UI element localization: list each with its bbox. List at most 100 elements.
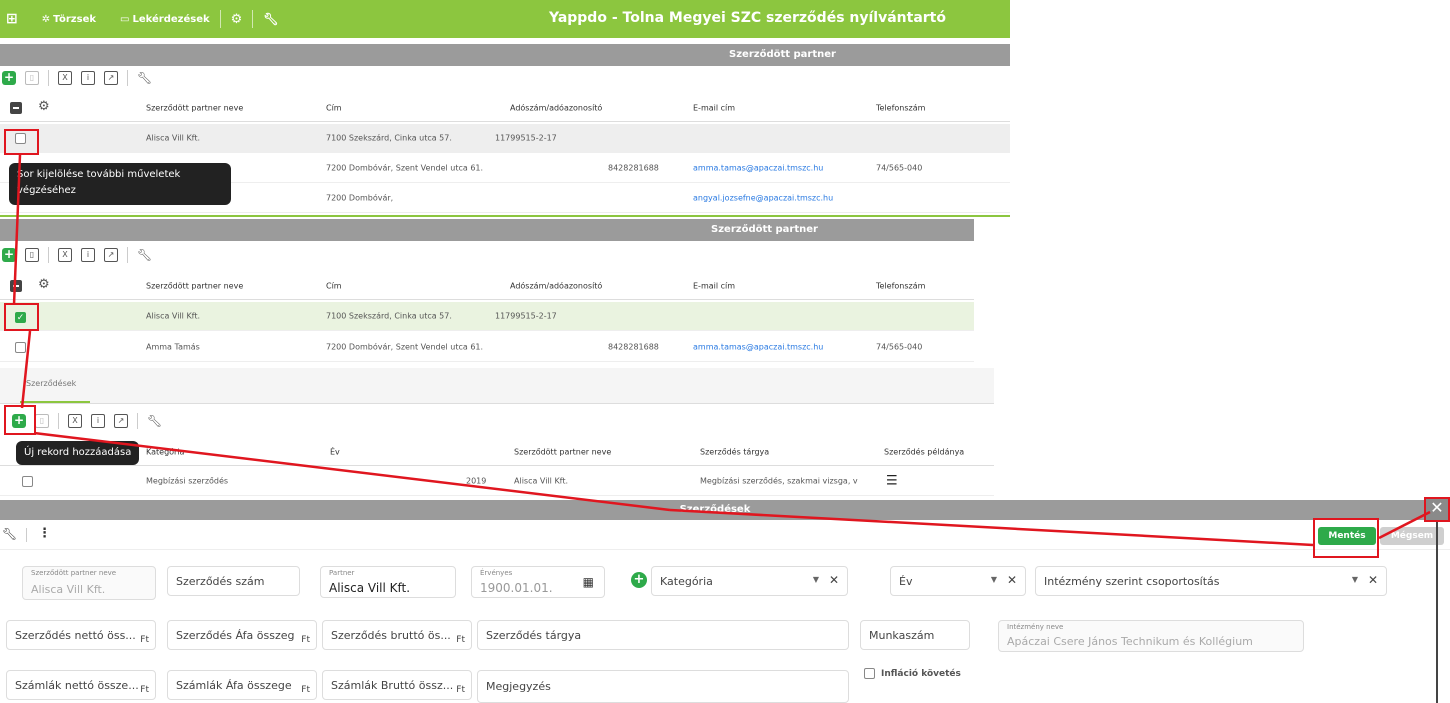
tab-szerzodesek[interactable]: Szerződések [26,379,76,388]
calendar-icon[interactable]: ▦ [583,575,594,589]
annotation-box-close [1424,497,1450,522]
excel-export-icon[interactable]: X [58,248,72,262]
wrench-icon[interactable]: 🔧︎ [147,414,162,428]
invoice-gross-input[interactable]: Számlák Bruttó össz... Ft [322,670,472,700]
trash-icon[interactable]: ▯ [35,414,49,428]
col-year[interactable]: Év [330,447,340,456]
wrench-icon[interactable]: 🔧︎ [263,12,278,26]
col-phone[interactable]: Telefonszám [876,103,925,112]
col-partner-name[interactable]: Szerződött partner neve [146,281,243,290]
chevron-down-icon[interactable]: ▼ [1352,575,1358,584]
column-settings-gear-icon[interactable]: ⚙ [38,99,50,114]
invoice-net-input[interactable]: Számlák nettó össze... Ft [6,670,156,700]
table-row[interactable]: Megbízási szerződés 2019 Alisca Vill Kft… [0,467,994,496]
table-row-selected[interactable]: ✓ Alisca Vill Kft. 7100 Szekszárd, Cinka… [0,302,974,331]
vat-amount-input[interactable]: Szerződés Áfa összeg Ft [167,620,317,650]
cell-email[interactable]: amma.tamas@apaczai.tmszc.hu [693,343,823,352]
col-copy[interactable]: Szerződés példánya [884,447,964,456]
add-category-icon[interactable]: + [631,572,647,588]
table-row[interactable]: Amma Tamás 7200 Dombóvár, Szent Vendel u… [0,333,974,362]
trash-icon[interactable]: ▯ [25,248,39,262]
open-external-icon[interactable]: ↗ [104,248,118,262]
import-icon[interactable]: i [81,248,95,262]
net-amount-input[interactable]: Szerződés nettó öss... Ft [6,620,156,650]
work-number-input[interactable]: Munkaszám [860,620,970,650]
currency-suffix: Ft [456,635,465,645]
cell-partner-name: Alisca Vill Kft. [514,476,569,486]
inflation-toggle[interactable]: Infláció követés [864,668,961,679]
currency-suffix: Ft [140,685,149,695]
clear-icon[interactable]: ✕ [1007,573,1017,587]
col-address[interactable]: Cím [326,281,342,290]
apps-grid-icon[interactable]: ⊞ [6,11,18,27]
partner-field[interactable]: Partner Alisca Vill Kft. [320,566,456,598]
toolbar-divider [127,247,128,263]
net-amount-placeholder: Szerződés nettó öss... [15,629,136,642]
excel-export-icon[interactable]: X [68,414,82,428]
col-tax[interactable]: Adószám/adóazonosító [510,281,602,290]
clear-icon[interactable]: ✕ [829,573,839,587]
panel-separator [0,215,1010,217]
cell-email[interactable]: amma.tamas@apaczai.tmszc.hu [693,164,823,173]
subject-input[interactable]: Szerződés tárgya [477,620,849,650]
col-partner-name[interactable]: Szerződött partner neve [514,447,611,456]
invoice-vat-input[interactable]: Számlák Áfa összege Ft [167,670,317,700]
form-toolbar: 🔧︎ ⋮ [0,520,1450,550]
cell-tax: 11799515-2-17 [495,133,557,143]
wrench-icon[interactable]: 🔧︎ [2,527,17,541]
wrench-icon[interactable]: 🔧︎ [137,248,152,262]
chevron-down-icon[interactable]: ▼ [991,575,997,584]
col-category[interactable]: Kategória [146,447,184,456]
valid-date-field[interactable]: Érvényes 1900.01.01. ▦ [471,566,605,598]
deselect-all-icon[interactable] [10,280,22,292]
clear-icon[interactable]: ✕ [1368,573,1378,587]
tabs-strip: Szerződések [0,368,994,404]
add-icon[interactable]: + [2,248,16,262]
partner-name-field: Szerződött partner neve Alisca Vill Kft. [22,566,156,600]
vat-amount-placeholder: Szerződés Áfa összeg [176,629,295,642]
grouping-select[interactable]: Intézmény szerint csoportosítás ▼ ✕ [1035,566,1387,596]
col-email[interactable]: E-mail cím [693,103,735,112]
more-options-icon[interactable]: ⋮ [38,526,51,541]
import-icon[interactable]: i [81,71,95,85]
settings-gear-icon[interactable]: ⚙ [231,12,243,27]
note-input[interactable]: Megjegyzés [477,670,849,703]
contract-number-placeholder: Szerződés szám [176,575,265,588]
trash-icon[interactable]: ▯ [25,71,39,85]
cell-email[interactable]: angyal.jozsefne@apaczai.tmszc.hu [693,194,833,203]
row-checkbox[interactable] [15,342,26,353]
col-partner-name[interactable]: Szerződött partner neve [146,103,243,112]
contract-number-input[interactable]: Szerződés szám [167,566,300,596]
gross-amount-input[interactable]: Szerződés bruttó ös... Ft [322,620,472,650]
cell-address: 7100 Szekszárd, Cinka utca 57. [326,311,452,321]
import-icon[interactable]: i [91,414,105,428]
cell-address: 7200 Dombóvár, Szent Vendel utca 61. [326,342,484,352]
col-subject[interactable]: Szerződés tárgya [700,447,769,456]
add-icon[interactable]: + [2,71,16,85]
nav-torzsek-label: Törzsek [53,13,97,25]
column-settings-gear-icon[interactable]: ⚙ [38,277,50,292]
row-checkbox[interactable] [22,476,33,487]
inflation-checkbox[interactable] [864,668,875,679]
checkbox-tooltip: Sor kijelölése további műveletek végzésé… [9,163,231,205]
col-tax[interactable]: Adószám/adóazonosító [510,103,602,112]
annotation-box-save [1313,518,1379,558]
deselect-all-icon[interactable] [10,102,22,114]
open-external-icon[interactable]: ↗ [104,71,118,85]
year-select[interactable]: Év ▼ ✕ [890,566,1026,596]
document-list-icon[interactable]: ☰ [886,474,898,489]
col-email[interactable]: E-mail cím [693,281,735,290]
cancel-button[interactable]: Mégsem [1380,527,1444,545]
chevron-down-icon[interactable]: ▼ [813,575,819,584]
wrench-icon[interactable]: 🔧︎ [137,71,152,85]
nav-torzsek[interactable]: ✲ Törzsek [42,14,96,25]
open-external-icon[interactable]: ↗ [114,414,128,428]
table-row[interactable]: Alisca Vill Kft. 7100 Szekszárd, Cinka u… [0,124,1010,153]
category-select[interactable]: Kategória ▼ ✕ [651,566,848,596]
col-phone[interactable]: Telefonszám [876,281,925,290]
col-address[interactable]: Cím [326,103,342,112]
cell-address: 7100 Szekszárd, Cinka utca 57. [326,133,452,143]
nav-lekerdezesek[interactable]: ▭ Lekérdezések [120,14,210,25]
excel-export-icon[interactable]: X [58,71,72,85]
cell-address: 7200 Dombóvár, Szent Vendel utca 61. [326,163,484,173]
